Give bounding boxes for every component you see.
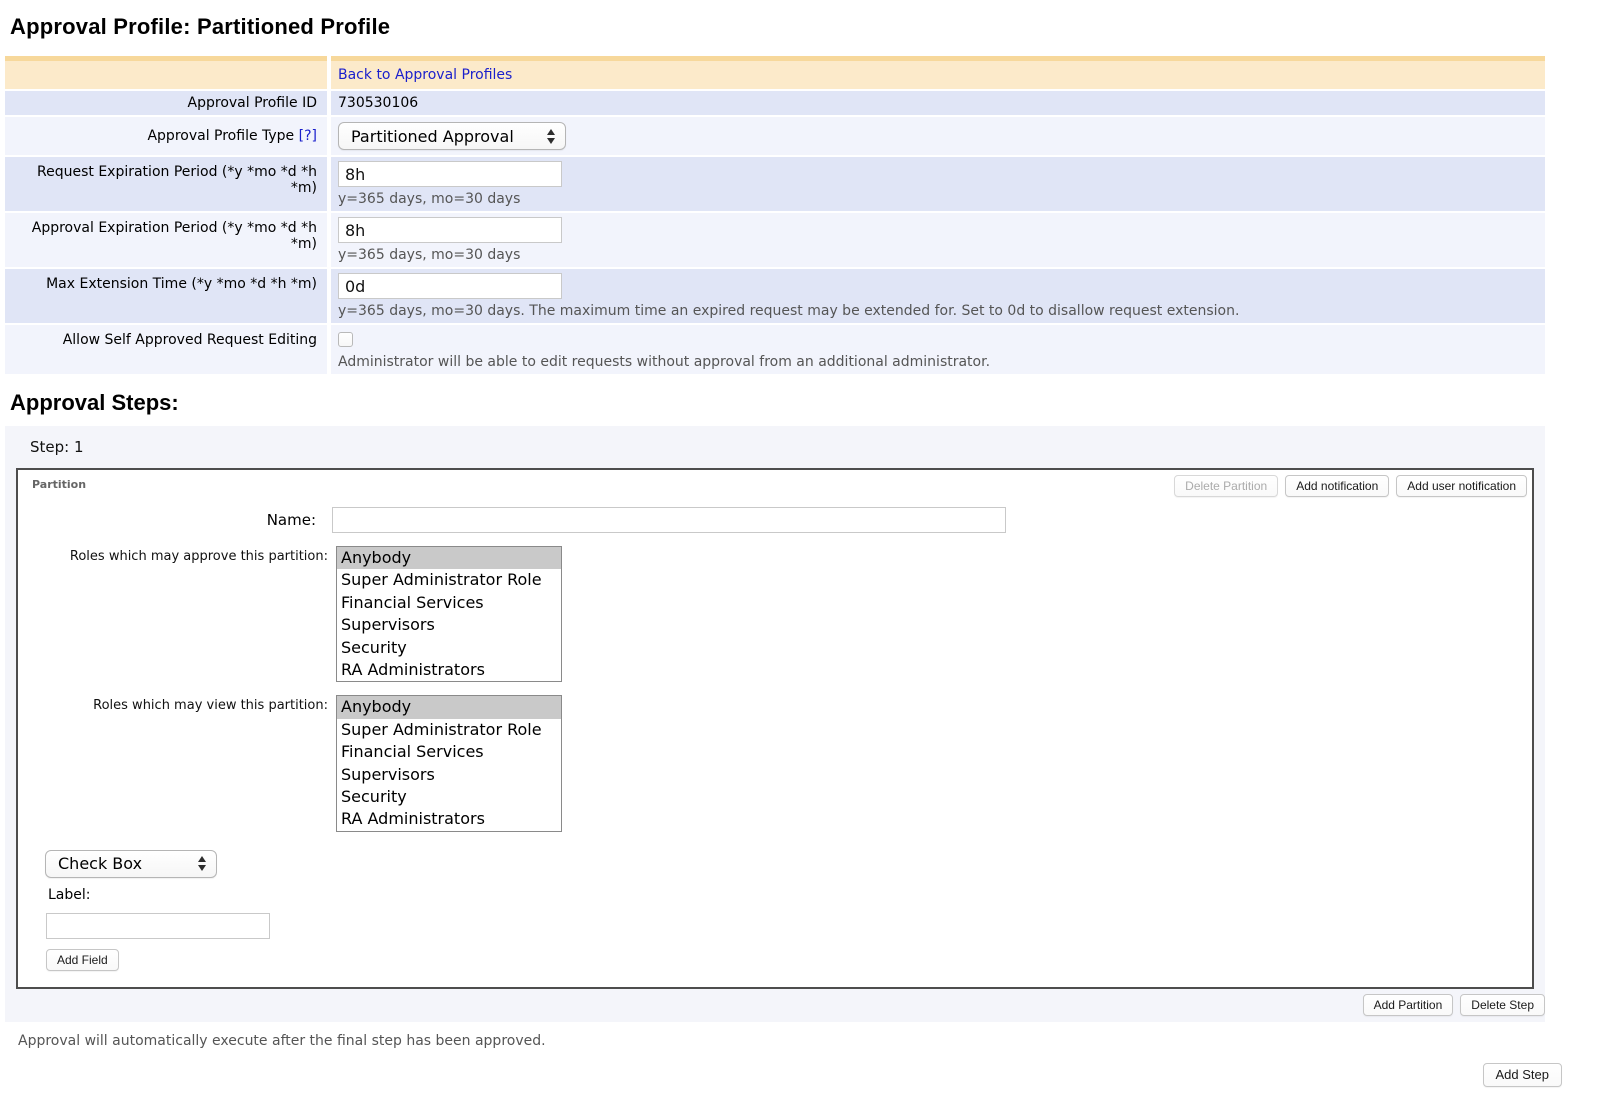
role-option[interactable]: Supervisors	[337, 764, 561, 786]
role-option[interactable]: Super Administrator Role	[337, 569, 561, 591]
max-extension-row: Max Extension Time (*y *mo *d *h *m) y=3…	[5, 269, 1545, 323]
approval-profile-page: Approval Profile: Partitioned Profile Ba…	[0, 0, 1600, 1113]
profile-id-row: Approval Profile ID 730530106	[5, 91, 1545, 115]
self-edit-row: Allow Self Approved Request Editing Admi…	[5, 325, 1545, 374]
approve-roles-row: Roles which may approve this partition: …	[32, 546, 1518, 682]
partition-name-label: Name:	[32, 511, 332, 529]
max-extension-value-cell: y=365 days, mo=30 days. The maximum time…	[331, 269, 1545, 323]
view-roles-listbox[interactable]: AnybodySuper Administrator RoleFinancial…	[336, 695, 562, 831]
role-option[interactable]: Financial Services	[337, 741, 561, 763]
add-notification-button[interactable]: Add notification	[1285, 475, 1389, 497]
role-option[interactable]: Financial Services	[337, 592, 561, 614]
table-header-row: Back to Approval Profiles	[5, 56, 1545, 89]
request-expiration-help: y=365 days, mo=30 days	[338, 191, 1537, 207]
max-extension-label: Max Extension Time (*y *mo *d *h *m)	[5, 269, 327, 323]
profile-id-value: 730530106	[331, 91, 1545, 115]
approval-profile-type-selected: Partitioned Approval	[351, 127, 514, 146]
partition-fieldset: Partition Delete Partition Add notificat…	[16, 468, 1534, 989]
approval-expiration-input[interactable]	[338, 217, 562, 243]
profile-type-help-link[interactable]: [?]	[299, 128, 317, 144]
role-option[interactable]: Security	[337, 786, 561, 808]
chevron-up-down-icon	[533, 129, 555, 144]
profile-type-label-cell: Approval Profile Type [?]	[5, 117, 327, 155]
self-edit-checkbox[interactable]	[338, 332, 353, 347]
auto-execute-note: Approval will automatically execute afte…	[18, 1033, 1600, 1049]
add-user-notification-button[interactable]: Add user notification	[1396, 475, 1527, 497]
request-expiration-row: Request Expiration Period (*y *mo *d *h …	[5, 157, 1545, 211]
approval-expiration-row: Approval Expiration Period (*y *mo *d *h…	[5, 213, 1545, 267]
chevron-up-down-icon	[184, 856, 206, 871]
field-type-selected: Check Box	[58, 854, 142, 873]
max-extension-input[interactable]	[338, 273, 562, 299]
max-extension-help: y=365 days, mo=30 days. The maximum time…	[338, 303, 1537, 319]
step-title: Step: 1	[30, 438, 1545, 456]
page-title: Approval Profile: Partitioned Profile	[10, 14, 1600, 40]
partition-name-row: Name:	[32, 507, 1518, 533]
view-roles-label: Roles which may view this partition:	[32, 695, 336, 713]
profile-table: Back to Approval Profiles Approval Profi…	[5, 56, 1545, 374]
approval-steps-heading: Approval Steps:	[10, 390, 1600, 416]
profile-type-row: Approval Profile Type [?] Partitioned Ap…	[5, 117, 1545, 155]
approval-expiration-value-cell: y=365 days, mo=30 days	[331, 213, 1545, 267]
step-container: Step: 1 Partition Delete Partition Add n…	[5, 426, 1545, 1022]
add-step-button[interactable]: Add Step	[1483, 1063, 1563, 1087]
profile-type-value-cell: Partitioned Approval	[331, 117, 1545, 155]
request-expiration-input[interactable]	[338, 161, 562, 187]
approve-roles-label: Roles which may approve this partition:	[32, 546, 336, 564]
approval-expiration-help: y=365 days, mo=30 days	[338, 247, 1537, 263]
self-edit-help: Administrator will be able to edit reque…	[338, 354, 1537, 370]
role-option[interactable]: RA Administrators	[337, 808, 561, 830]
role-option[interactable]: Anybody	[337, 696, 561, 718]
field-label-caption: Label:	[48, 887, 1518, 903]
delete-step-button[interactable]: Delete Step	[1460, 994, 1545, 1016]
delete-partition-button[interactable]: Delete Partition	[1174, 475, 1278, 497]
role-option[interactable]: Anybody	[337, 547, 561, 569]
field-type-select[interactable]: Check Box	[45, 850, 217, 878]
header-empty-cell	[5, 56, 327, 89]
role-option[interactable]: Supervisors	[337, 614, 561, 636]
role-option[interactable]: Security	[337, 637, 561, 659]
view-roles-row: Roles which may view this partition: Any…	[32, 695, 1518, 831]
header-link-cell: Back to Approval Profiles	[331, 56, 1545, 89]
role-option[interactable]: Super Administrator Role	[337, 719, 561, 741]
field-label-input[interactable]	[46, 913, 270, 939]
role-option[interactable]: RA Administrators	[337, 659, 561, 681]
partition-name-input[interactable]	[332, 507, 1006, 533]
approve-roles-listbox[interactable]: AnybodySuper Administrator RoleFinancial…	[336, 546, 562, 682]
request-expiration-value-cell: y=365 days, mo=30 days	[331, 157, 1545, 211]
add-step-row: Add Step	[0, 1063, 1562, 1087]
self-edit-label: Allow Self Approved Request Editing	[5, 325, 327, 374]
approval-profile-type-select[interactable]: Partitioned Approval	[338, 122, 566, 150]
step-buttons-row: Add Partition Delete Step	[5, 989, 1545, 1018]
profile-id-label: Approval Profile ID	[5, 91, 327, 115]
add-partition-button[interactable]: Add Partition	[1363, 994, 1454, 1016]
request-expiration-label: Request Expiration Period (*y *mo *d *h …	[5, 157, 327, 211]
self-edit-value-cell: Administrator will be able to edit reque…	[331, 325, 1545, 374]
profile-type-label: Approval Profile Type	[147, 128, 294, 144]
approval-expiration-label: Approval Expiration Period (*y *mo *d *h…	[5, 213, 327, 267]
back-to-approval-profiles-link[interactable]: Back to Approval Profiles	[338, 67, 512, 83]
add-field-button[interactable]: Add Field	[46, 949, 119, 971]
partition-buttons: Delete Partition Add notification Add us…	[1174, 475, 1527, 497]
